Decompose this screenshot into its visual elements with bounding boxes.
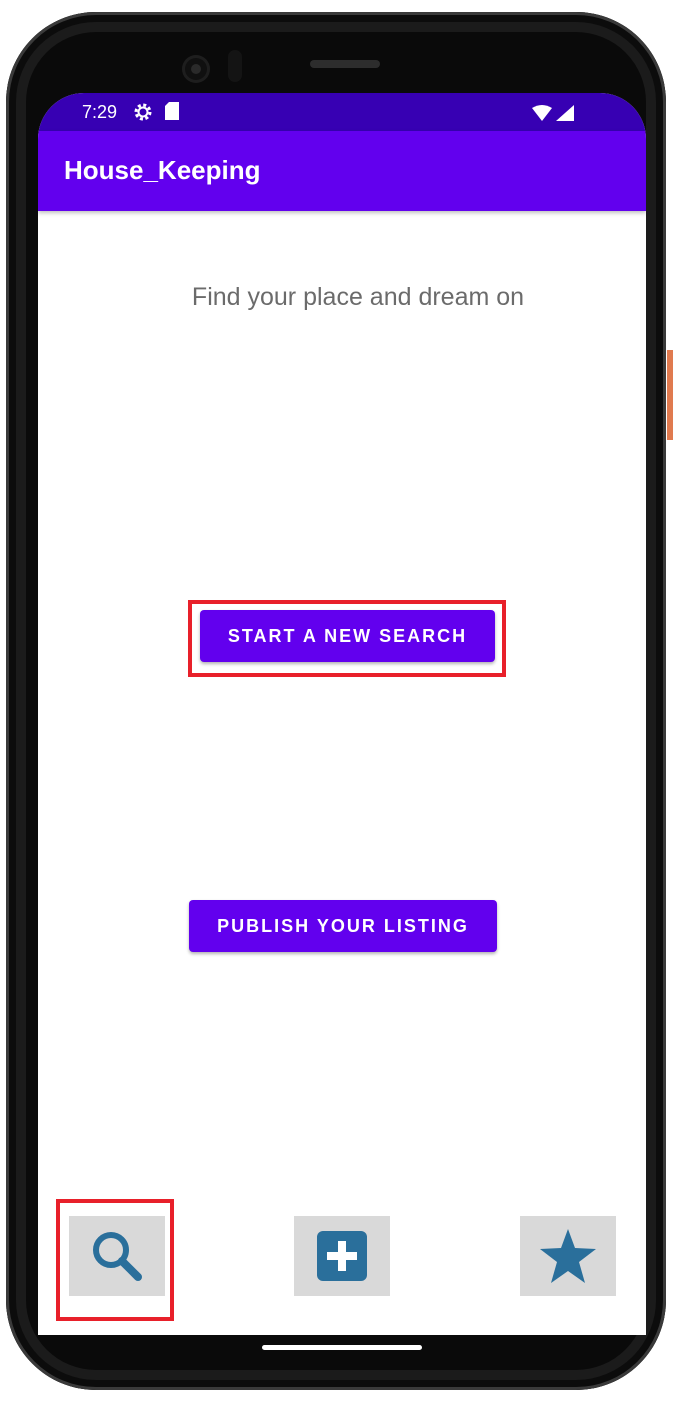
app-screen: 7:29 House_Keeping Find your place and d…: [38, 93, 646, 1335]
proximity-sensor: [228, 50, 242, 82]
sd-card-icon: [165, 102, 179, 120]
bottom-nav-search[interactable]: [69, 1216, 165, 1296]
add-icon: [317, 1231, 367, 1281]
status-bar: 7:29: [38, 93, 646, 131]
home-gesture-handle[interactable]: [262, 1345, 422, 1350]
star-icon: [540, 1229, 596, 1283]
cell-signal-icon: [556, 105, 574, 121]
system-navigation-bar: [38, 1335, 646, 1365]
start-new-search-button[interactable]: START A NEW SEARCH: [200, 610, 495, 662]
side-button-accent: [667, 350, 673, 440]
app-title: House_Keeping: [64, 155, 261, 185]
bottom-nav-add[interactable]: [294, 1216, 390, 1296]
front-camera-icon: [182, 55, 210, 83]
status-time: 7:29: [82, 102, 118, 122]
settings-gear-icon: [134, 103, 152, 121]
wifi-icon: [532, 105, 552, 121]
publish-listing-button[interactable]: PUBLISH YOUR LISTING: [189, 900, 497, 952]
page-subtitle: Find your place and dream on: [191, 283, 525, 311]
bottom-nav-favorites[interactable]: [520, 1216, 616, 1296]
camera-lens: [191, 64, 201, 74]
search-icon: [93, 1232, 142, 1281]
earpiece-speaker: [310, 60, 380, 68]
device-frame: 7:29 House_Keeping Find your place and d…: [0, 0, 673, 1401]
app-bar: House_Keeping: [38, 131, 646, 211]
